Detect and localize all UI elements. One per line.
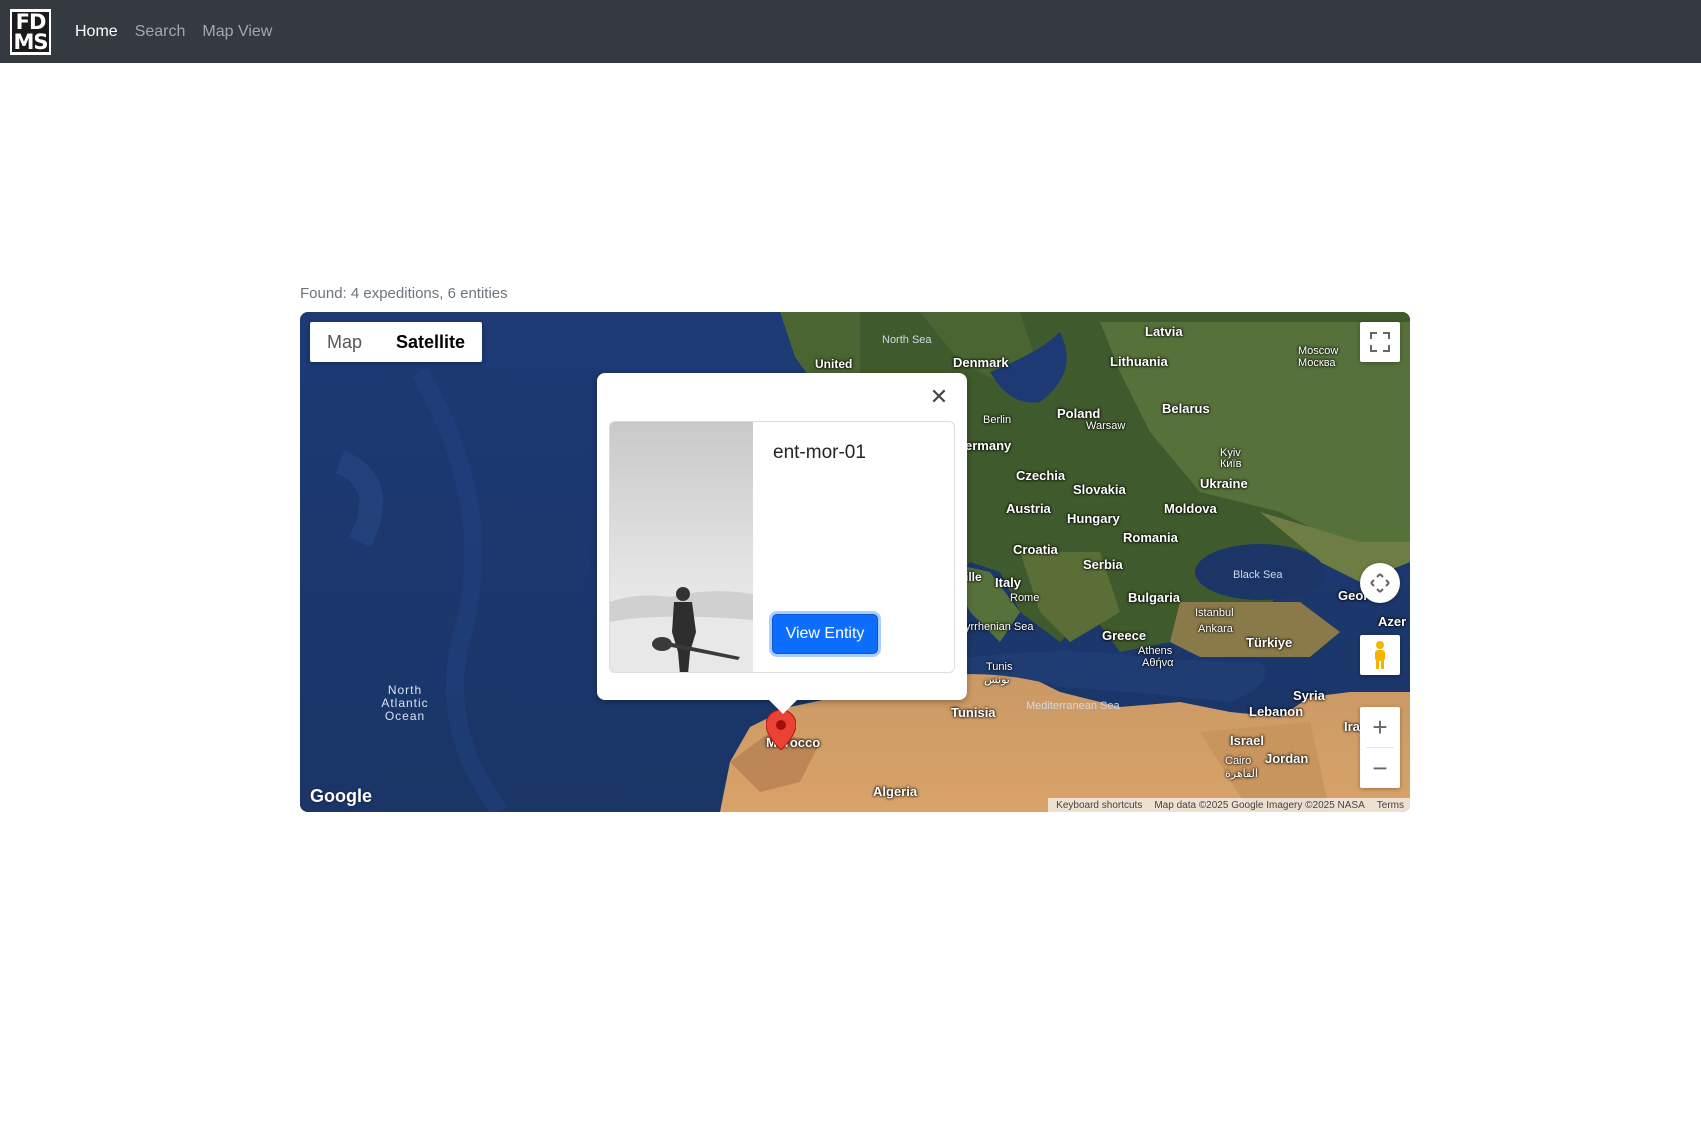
map-label: yrrhenian Sea xyxy=(965,621,1034,633)
entity-thumbnail[interactable] xyxy=(610,422,753,672)
map-label: Greece xyxy=(1102,628,1147,643)
camera-control-button[interactable] xyxy=(1360,563,1400,603)
map-attribution: Keyboard shortcuts Map data ©2025 Google… xyxy=(1048,798,1410,812)
map-data-text: Map data ©2025 Google Imagery ©2025 NASA xyxy=(1154,799,1365,811)
map-label: Lithuania xyxy=(1110,354,1168,369)
map-label: Italy xyxy=(995,575,1022,590)
close-icon: ✕ xyxy=(929,384,949,409)
map-label: Czechia xyxy=(1016,468,1066,483)
nav-links: Home Search Map View xyxy=(75,23,272,41)
map-label: القاهرة xyxy=(1225,768,1258,780)
map-label: Москва xyxy=(1298,357,1336,369)
map-label: United xyxy=(815,357,853,371)
results-count: Found: 4 expeditions, 6 entities xyxy=(300,285,508,302)
nav-link-home[interactable]: Home xyxy=(75,23,118,41)
keyboard-shortcuts-link[interactable]: Keyboard shortcuts xyxy=(1056,800,1142,811)
map-label: Lebanon xyxy=(1249,704,1304,719)
view-entity-button[interactable]: View Entity xyxy=(772,614,878,654)
zoom-out-button[interactable]: − xyxy=(1360,748,1400,788)
map-label: Tunisia xyxy=(951,705,996,720)
camera-pan-icon xyxy=(1370,573,1390,593)
map-label: Ankara xyxy=(1198,623,1233,635)
map-label: Athens xyxy=(1138,645,1173,657)
map-label: Mediterranean Sea xyxy=(1026,700,1120,712)
map-label: Moldova xyxy=(1164,501,1217,516)
map-label: Tunis xyxy=(986,661,1013,673)
map-label: Austria xyxy=(1006,501,1051,516)
zoom-in-button[interactable]: + xyxy=(1360,707,1400,747)
map-label: Αθήνα xyxy=(1142,657,1174,669)
map-label: Denmark xyxy=(953,355,1009,370)
map-label: Rome xyxy=(1010,592,1040,604)
close-button[interactable]: ✕ xyxy=(927,384,951,409)
minus-icon: − xyxy=(1372,752,1388,783)
map-label: Latvia xyxy=(1145,324,1183,339)
map-label: Belarus xyxy=(1162,401,1210,416)
navbar: FD MS Home Search Map View xyxy=(0,0,1701,63)
nav-link-map-view[interactable]: Map View xyxy=(202,23,272,41)
map-label: Syria xyxy=(1293,688,1325,703)
zoom-control: + − xyxy=(1360,707,1400,788)
street-view-pegman-button[interactable] xyxy=(1360,635,1400,675)
nav-link-search[interactable]: Search xyxy=(135,23,186,41)
map-label: Israel xyxy=(1230,733,1264,748)
map-label: Warsaw xyxy=(1086,420,1126,432)
map-label: ermany xyxy=(965,438,1012,453)
entity-card: ent-mor-01 View Entity xyxy=(609,421,955,673)
map-label: Black Sea xyxy=(1233,569,1283,581)
map-label: تونس xyxy=(984,674,1010,686)
map-type-satellite-button[interactable]: Satellite xyxy=(379,322,482,362)
map-info-window: ✕ ent-mor-01 View Entity xyxy=(597,373,967,714)
map-label: North Sea xyxy=(882,334,932,346)
entity-photo xyxy=(610,422,753,672)
map-label: Hungary xyxy=(1067,511,1120,526)
map-label: Ira xyxy=(1344,719,1360,734)
map-label: Slovakia xyxy=(1073,482,1126,497)
fullscreen-button[interactable] xyxy=(1360,322,1400,362)
map-label: Ukraine xyxy=(1200,476,1248,491)
map-type-map-button[interactable]: Map xyxy=(310,322,379,362)
logo-bottom-text: MS xyxy=(12,29,49,54)
logo-top-text: FD xyxy=(12,11,49,32)
fullscreen-icon xyxy=(1370,332,1390,352)
map-label: Jordan xyxy=(1265,751,1309,766)
map-label: Moscow xyxy=(1298,345,1339,357)
map-label: Berlin xyxy=(983,414,1012,426)
map-label: Bulgaria xyxy=(1128,590,1181,605)
map-label: Istanbul xyxy=(1195,607,1234,619)
map-label: Croatia xyxy=(1013,542,1058,557)
map-label: Algeria xyxy=(873,784,918,799)
brand-logo[interactable]: FD MS xyxy=(10,8,51,55)
ocean-label: North Atlantic Ocean xyxy=(381,683,429,723)
map-type-control: Map Satellite xyxy=(310,322,483,362)
map-marker-icon[interactable] xyxy=(766,710,796,750)
entity-name: ent-mor-01 xyxy=(773,442,866,463)
map-label: Türkiye xyxy=(1246,635,1293,650)
map-label: Romania xyxy=(1123,530,1178,545)
pegman-icon xyxy=(1375,641,1385,669)
entity-card-body: ent-mor-01 View Entity xyxy=(753,422,954,672)
map-label: Azer xyxy=(1378,614,1407,629)
google-logo: Google xyxy=(310,786,372,806)
map-label: Cairo xyxy=(1225,755,1252,767)
plus-icon: + xyxy=(1372,711,1388,742)
map-label: Serbia xyxy=(1083,557,1123,572)
map-label: Poland xyxy=(1057,406,1101,421)
terms-link[interactable]: Terms xyxy=(1377,800,1404,811)
map-label: Київ xyxy=(1220,458,1242,470)
map-label: ille xyxy=(965,570,982,584)
